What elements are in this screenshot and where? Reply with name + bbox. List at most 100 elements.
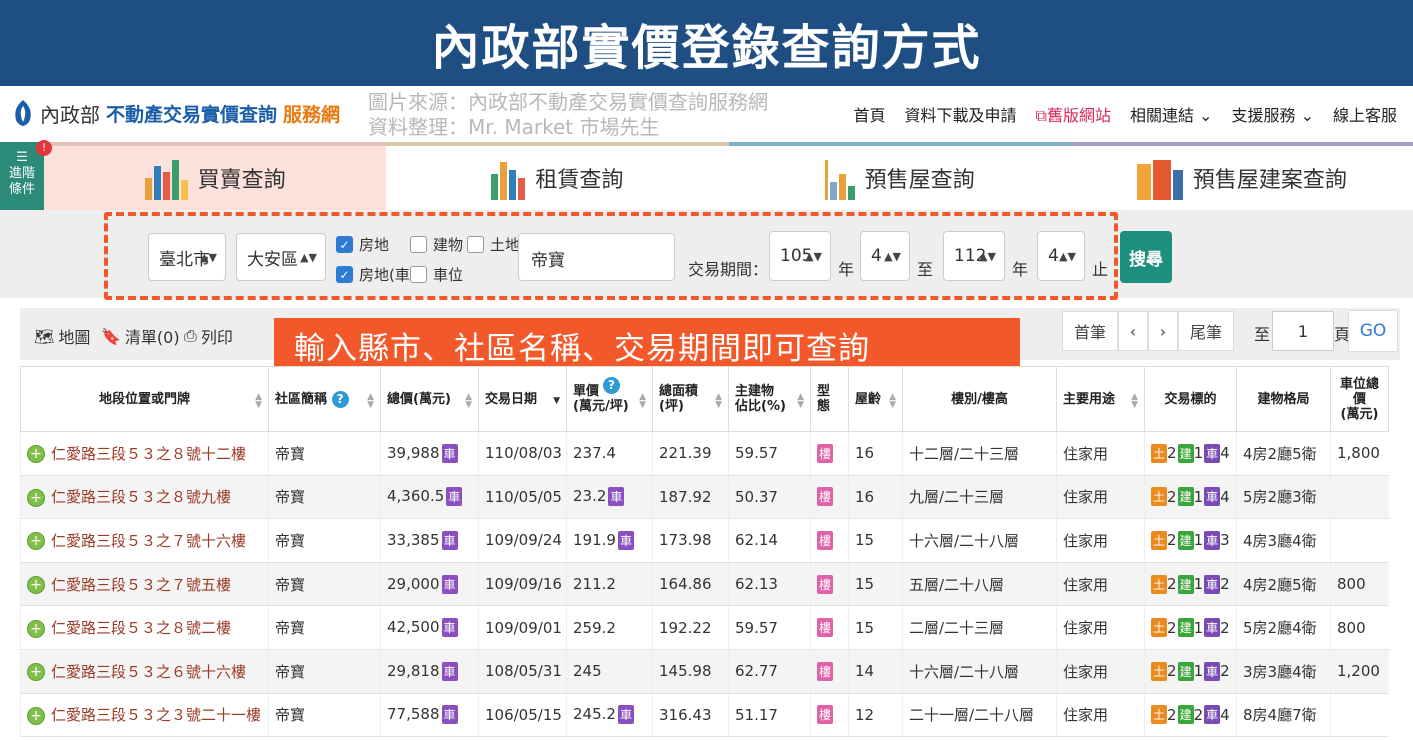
col-area[interactable]: 總面積 (坪) ▲ ▼ <box>652 366 729 432</box>
cell-age: 16 <box>848 475 903 520</box>
map-button[interactable]: 🗺 地圖 <box>34 324 90 348</box>
expand-plus-icon[interactable]: + <box>27 706 45 725</box>
cell-date: 106/05/15 <box>478 693 567 738</box>
table-row[interactable]: + 仁愛路三段５３之８號二樓 帝寶 42,500 車 109/09/01 259.2 192.… <box>20 605 1389 650</box>
cell-parking-price: 800 <box>1330 605 1389 650</box>
to-month-select[interactable]: 4 ▲▼ <box>1037 231 1085 281</box>
parking-count: 2 <box>1220 618 1230 637</box>
checkbox-land[interactable]: 土地 <box>467 234 520 255</box>
top-nav: 首頁 資料下載及申請 ⧉舊版網站 相關連結 ⌄ 支援服務 ⌄ 線上客服 <box>853 102 1397 126</box>
cell-type: 樓 <box>810 475 849 520</box>
nav-home[interactable]: 首頁 <box>853 102 885 126</box>
sort-icon: ▲ ▼ <box>797 392 804 410</box>
from-year-select[interactable]: 105 ▲▼ <box>769 231 831 281</box>
expand-plus-icon[interactable]: + <box>27 619 45 638</box>
tab-presale-query[interactable]: 預售屋查詢 <box>728 142 1071 210</box>
city-select[interactable]: 臺北市 ▲▼ <box>148 233 226 281</box>
nav-support[interactable]: 支援服務 ⌄ <box>1231 102 1314 126</box>
cell-type: 樓 <box>810 562 849 607</box>
sort-icon: ▲ ▼ <box>255 392 262 410</box>
checkbox-house-land-car[interactable]: ✓ 房地(車) <box>336 264 416 285</box>
first-page-button[interactable]: 首筆 <box>1062 311 1118 351</box>
col-community[interactable]: 社區簡稱 ? ▲ ▼ <box>268 366 381 432</box>
address-link[interactable]: 仁愛路三段５３之８號二樓 <box>51 619 231 637</box>
last-page-button[interactable]: 尾筆 <box>1178 311 1234 351</box>
nav-support-label: 支援服務 <box>1231 106 1296 125</box>
prev-page-button[interactable]: ‹ <box>1118 311 1148 351</box>
cell-address[interactable]: + 仁愛路三段５３之７號五樓 <box>20 562 269 607</box>
land-tag: 土 <box>1151 443 1168 463</box>
table-row[interactable]: + 仁愛路三段５３之８號九樓 帝寶 4,360.5 車 110/05/05 23.2 車 187… <box>20 475 1389 520</box>
col-date[interactable]: 交易日期 ▼ <box>478 366 567 432</box>
cell-address[interactable]: + 仁愛路三段５３之８號九樓 <box>20 475 269 520</box>
district-select[interactable]: 大安區 ▲▼ <box>236 233 326 281</box>
select-arrows-icon: ▲▼ <box>884 249 901 263</box>
col-address[interactable]: 地段位置或門牌 ▲ ▼ <box>20 366 269 432</box>
help-icon[interactable]: ? <box>331 390 349 408</box>
parking-count-tag: 車 <box>1204 487 1221 507</box>
cell-community: 帝寶 <box>268 605 381 650</box>
col-main-ratio[interactable]: 主建物 佔比(%) ▲ ▼ <box>728 366 811 432</box>
community-keyword-input[interactable]: 帝寶 <box>518 233 675 281</box>
address-link[interactable]: 仁愛路三段５３之７號五樓 <box>51 576 231 594</box>
table-row[interactable]: + 仁愛路三段５３之３號二十一樓 帝寶 77,588 車 106/05/15 245.2 車 3… <box>20 693 1389 738</box>
col-layout-label: 建物格局 <box>1257 391 1310 407</box>
list-button[interactable]: 🔖 清單(0) <box>101 324 180 348</box>
cell-address[interactable]: + 仁愛路三段５３之７號十六樓 <box>20 518 269 563</box>
nav-download[interactable]: 資料下載及申請 <box>904 102 1016 126</box>
building-count: 1 <box>1193 487 1204 506</box>
checkbox-house-land[interactable]: ✓ 房地 <box>336 234 389 255</box>
tab-presale-project-query[interactable]: 預售屋建案查詢 <box>1070 142 1413 210</box>
col-age[interactable]: 屋齡 ▲ ▼ <box>848 366 903 432</box>
address-link[interactable]: 仁愛路三段５３之７號十六樓 <box>51 532 246 550</box>
checkbox-parking[interactable]: 車位 <box>410 264 463 285</box>
parking-tag: 車 <box>441 661 458 681</box>
site-logo[interactable]: 內政部 不動產交易實價查詢 服務網 <box>12 98 340 128</box>
address-link[interactable]: 仁愛路三段５３之８號十二樓 <box>51 445 246 463</box>
print-icon: ⎙ <box>184 326 197 345</box>
cell-address[interactable]: + 仁愛路三段５３之８號十二樓 <box>20 431 269 476</box>
cell-date: 109/09/16 <box>478 562 567 607</box>
unit-price-value: 245.2 <box>573 705 616 724</box>
table-row[interactable]: + 仁愛路三段５３之８號十二樓 帝寶 39,988 車 110/08/03 237.4 221… <box>20 431 1389 476</box>
col-use[interactable]: 主要用途 ▲ ▼ <box>1056 366 1145 432</box>
table-row[interactable]: + 仁愛路三段５３之７號五樓 帝寶 29,000 車 109/09/16 211.2 164.… <box>20 562 1389 607</box>
table-row[interactable]: + 仁愛路三段５３之６號十六樓 帝寶 29,818 車 108/05/31 245 145.9… <box>20 649 1389 694</box>
page-number-input[interactable]: 1 <box>1272 311 1334 351</box>
table-row[interactable]: + 仁愛路三段５３之７號十六樓 帝寶 33,385 車 109/09/24 191.9 車 17… <box>20 518 1389 563</box>
expand-plus-icon[interactable]: + <box>27 488 45 507</box>
col-total-price[interactable]: 總價(萬元) ▲ ▼ <box>380 366 479 432</box>
print-button[interactable]: ⎙ 列印 <box>184 324 233 348</box>
col-unit-price[interactable]: 單價 (萬元/坪)? ▲ ▼ <box>566 366 653 432</box>
cell-use: 住家用 <box>1056 518 1145 563</box>
search-button[interactable]: 搜尋 <box>1120 231 1172 283</box>
checkbox-building[interactable]: 建物 <box>410 234 463 255</box>
cell-community: 帝寶 <box>268 518 381 563</box>
nav-online-service[interactable]: 線上客服 <box>1333 102 1397 126</box>
to-year-select[interactable]: 112 ▲▼ <box>943 231 1005 281</box>
go-button[interactable]: GO <box>1348 310 1398 352</box>
tab-rent-query[interactable]: 租賃查詢 <box>386 142 729 210</box>
cell-address[interactable]: + 仁愛路三段５３之３號二十一樓 <box>20 693 269 738</box>
expand-plus-icon[interactable]: + <box>27 445 45 464</box>
cell-address[interactable]: + 仁愛路三段５３之６號十六樓 <box>20 649 269 694</box>
cell-address[interactable]: + 仁愛路三段５３之８號二樓 <box>20 605 269 650</box>
advanced-conditions-button[interactable]: ☰ 進階條件 ! <box>0 140 52 214</box>
nav-old-site[interactable]: ⧉舊版網站 <box>1036 102 1111 126</box>
cell-use: 住家用 <box>1056 649 1145 694</box>
next-page-button[interactable]: › <box>1148 311 1178 351</box>
address-link[interactable]: 仁愛路三段５３之３號二十一樓 <box>51 706 261 724</box>
from-month-select[interactable]: 4 ▲▼ <box>860 231 910 281</box>
expand-plus-icon[interactable]: + <box>27 663 45 682</box>
col-layout: 建物格局 <box>1236 366 1331 432</box>
parking-count: 4 <box>1220 444 1230 463</box>
cell-layout: 4房2廳5衛 <box>1236 562 1331 607</box>
help-icon[interactable]: ? <box>603 377 620 394</box>
address-link[interactable]: 仁愛路三段５３之６號十六樓 <box>51 663 246 681</box>
sort-icon: ▲ ▼ <box>715 392 722 410</box>
nav-related-links[interactable]: 相關連結 ⌄ <box>1130 102 1213 126</box>
expand-plus-icon[interactable]: + <box>27 532 45 551</box>
address-link[interactable]: 仁愛路三段５３之８號九樓 <box>51 488 231 506</box>
tab-sale-query[interactable]: 買賣查詢 <box>44 142 387 210</box>
expand-plus-icon[interactable]: + <box>27 576 45 595</box>
